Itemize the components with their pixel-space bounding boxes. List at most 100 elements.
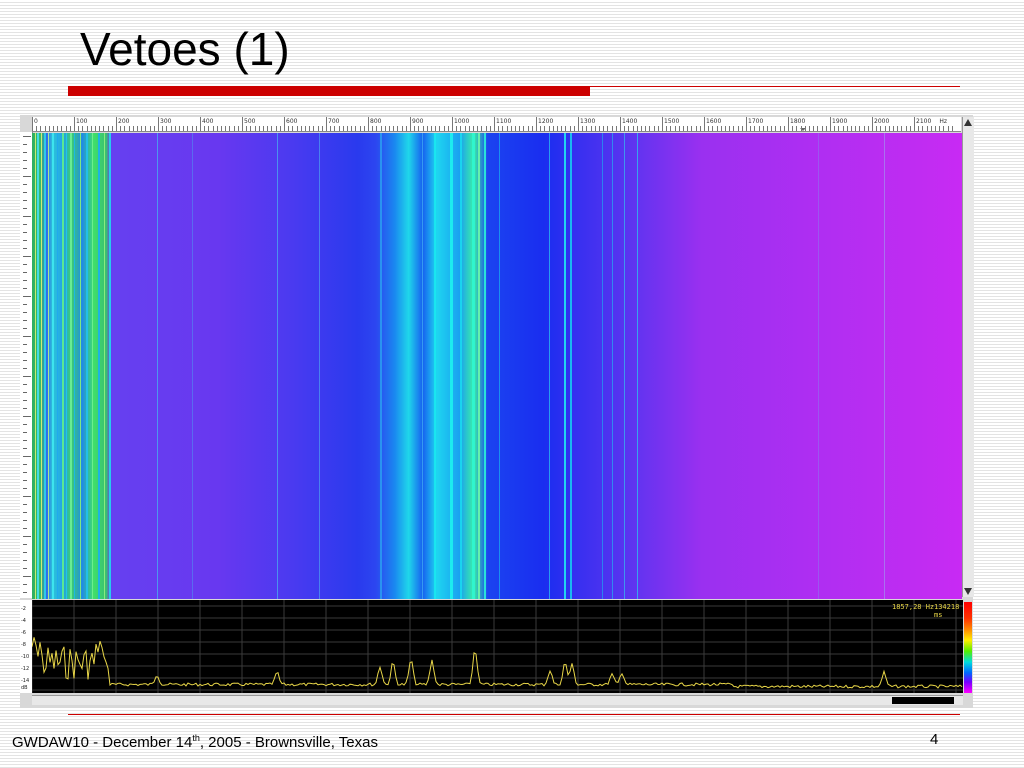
time-tick <box>23 304 27 305</box>
time-tick <box>23 136 31 137</box>
amplitude-tick-label: -14 <box>21 678 30 684</box>
frequency-minor-tick <box>166 126 168 131</box>
frequency-tick-label: 2100 <box>916 118 932 125</box>
frequency-minor-tick <box>771 126 773 131</box>
frequency-minor-tick <box>888 126 890 131</box>
spectral-line <box>66 133 67 599</box>
spectral-line <box>74 133 75 599</box>
frequency-minor-tick <box>729 126 731 131</box>
spectral-line <box>884 133 885 599</box>
frequency-minor-tick <box>443 126 445 131</box>
frequency-minor-tick <box>137 126 138 131</box>
frequency-unit-label: Hz <box>939 118 947 125</box>
waterfall-display[interactable] <box>32 133 962 599</box>
scroll-up-icon[interactable] <box>964 119 972 126</box>
frequency-minor-tick <box>779 126 781 131</box>
frequency-tick-label: 2000 <box>874 118 890 125</box>
frequency-minor-tick <box>804 126 806 131</box>
frequency-minor-tick <box>918 126 920 131</box>
frequency-minor-tick <box>464 126 466 131</box>
frequency-minor-tick <box>317 126 319 131</box>
frequency-minor-tick <box>670 126 672 131</box>
frequency-minor-tick <box>657 126 659 131</box>
time-tick <box>23 592 27 593</box>
frequency-minor-tick <box>935 126 936 131</box>
frequency-minor-tick <box>275 126 277 131</box>
frequency-minor-tick <box>431 126 432 131</box>
frequency-minor-tick <box>741 126 743 131</box>
spectral-line <box>450 133 453 599</box>
frequency-minor-tick <box>208 126 210 131</box>
frequency-minor-tick <box>498 126 500 131</box>
frequency-axis: Hz 0 100 200 300 400 500 600 700 800 900 1000 1100 1… <box>32 117 961 132</box>
spectrum-plot[interactable]: 1857,28 Hz 134218 ms <box>32 600 963 693</box>
spectral-line <box>277 133 278 599</box>
spectral-line <box>612 133 613 599</box>
frequency-minor-tick <box>233 126 235 131</box>
time-tick <box>23 232 27 233</box>
frequency-minor-tick <box>44 126 46 131</box>
spectral-line <box>637 133 638 599</box>
spectral-line <box>35 133 36 599</box>
frequency-tick-label: 100 <box>76 118 88 125</box>
frequency-minor-tick <box>712 126 714 131</box>
frequency-readout: 1857,28 Hz <box>892 603 935 611</box>
frequency-minor-tick <box>342 126 344 131</box>
frequency-minor-tick <box>645 126 647 131</box>
time-tick <box>23 272 27 273</box>
amplitude-tick-label: -8 <box>21 642 26 648</box>
frequency-minor-tick <box>258 126 260 131</box>
frequency-minor-tick <box>435 126 437 131</box>
time-tick <box>23 248 27 249</box>
time-tick <box>23 568 27 569</box>
spectral-line <box>624 133 625 599</box>
frequency-minor-tick <box>300 126 302 131</box>
frequency-minor-tick <box>363 126 365 131</box>
time-tick <box>23 400 27 401</box>
amplitude-tick-label: -2 <box>21 606 26 612</box>
spectral-line <box>52 133 54 599</box>
frequency-minor-tick <box>384 126 386 131</box>
frequency-minor-tick <box>615 126 617 131</box>
frequency-minor-tick <box>817 126 819 131</box>
frequency-tick <box>620 117 621 131</box>
frequency-minor-tick <box>418 126 420 131</box>
frequency-tick <box>830 117 831 131</box>
frequency-minor-tick <box>909 126 911 131</box>
frequency-minor-tick <box>603 126 605 131</box>
frequency-tick <box>494 117 495 131</box>
spectral-line <box>157 133 158 599</box>
horizontal-scroll-thumb[interactable] <box>892 697 954 704</box>
frequency-minor-tick <box>519 126 521 131</box>
frequency-tick-label: 700 <box>328 118 340 125</box>
vertical-scrollbar[interactable] <box>962 117 974 597</box>
spectral-line <box>70 133 72 599</box>
frequency-minor-tick <box>544 126 546 131</box>
frequency-minor-tick <box>359 126 361 131</box>
frequency-minor-tick <box>565 126 567 131</box>
spectral-line <box>104 133 105 599</box>
time-tick <box>23 320 27 321</box>
frequency-minor-tick <box>876 126 878 131</box>
frequency-minor-tick <box>460 126 462 131</box>
time-tick <box>23 184 27 185</box>
frequency-minor-tick <box>838 126 840 131</box>
horizontal-scrollbar[interactable] <box>32 695 963 705</box>
time-tick <box>23 408 27 409</box>
frequency-minor-tick <box>624 126 626 131</box>
frequency-minor-tick <box>515 126 516 131</box>
time-tick <box>23 296 31 297</box>
scroll-down-icon[interactable] <box>964 588 972 595</box>
frequency-minor-tick <box>120 126 122 131</box>
time-tick <box>23 512 27 513</box>
spectrum-grid-and-trace <box>32 600 963 693</box>
frequency-tick <box>410 117 411 131</box>
spectral-line <box>37 133 39 599</box>
frequency-minor-tick <box>334 126 336 131</box>
frequency-minor-tick <box>426 126 428 131</box>
frequency-minor-tick <box>288 126 290 131</box>
frequency-minor-tick <box>813 126 815 131</box>
frequency-minor-tick <box>573 126 575 131</box>
frequency-tick <box>914 117 915 131</box>
frequency-minor-tick <box>456 126 458 131</box>
